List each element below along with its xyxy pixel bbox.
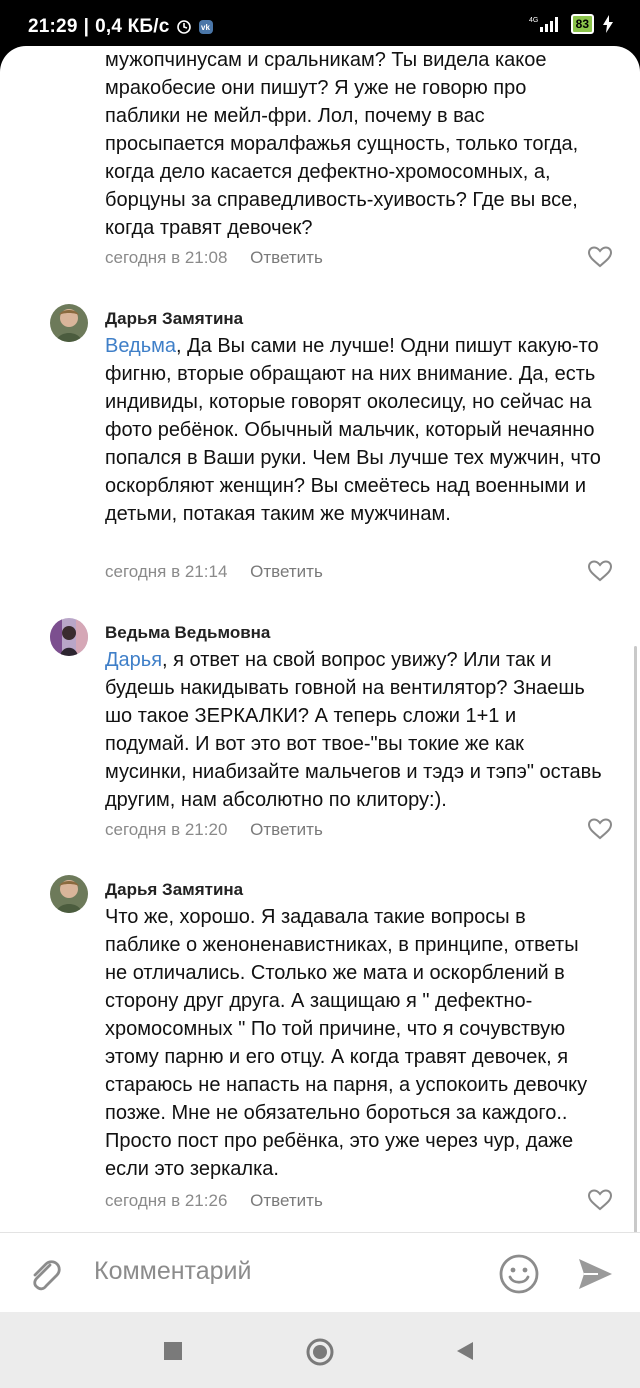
heart-outline-icon[interactable] xyxy=(588,246,612,268)
reply-button[interactable]: Ответить xyxy=(250,820,323,839)
comment-meta: сегодня в 21:20 Ответить xyxy=(105,820,323,840)
avatar[interactable] xyxy=(50,618,88,656)
vk-notification-icon: vk xyxy=(198,20,213,34)
battery-indicator: 83 xyxy=(570,14,594,34)
comment-input[interactable]: Комментарий xyxy=(94,1257,251,1286)
comment-time: сегодня в 21:26 xyxy=(105,1191,228,1210)
square-icon[interactable] xyxy=(162,1340,184,1362)
system-nav-bar xyxy=(0,1312,640,1388)
reply-button[interactable]: Ответить xyxy=(250,562,323,581)
status-right: 4G 83 xyxy=(529,14,614,34)
comment-input-bar: Комментарий xyxy=(0,1232,640,1313)
comment-time: сегодня в 21:08 xyxy=(105,248,228,267)
comment-author[interactable]: Дарья Замятина xyxy=(105,880,243,900)
comment-text: Ведьма, Да Вы сами не лучше! Одни пишут … xyxy=(105,335,601,525)
svg-text:vk: vk xyxy=(201,23,210,32)
network-speed: 0,4 КБ/с xyxy=(95,16,170,37)
heart-outline-icon[interactable] xyxy=(588,818,612,840)
mention-link[interactable]: Ведьма xyxy=(105,335,176,357)
reply-button[interactable]: Ответить xyxy=(250,1191,323,1210)
comment-meta: сегодня в 21:26 Ответить xyxy=(105,1191,323,1211)
avatar[interactable] xyxy=(50,875,88,913)
comment-author[interactable]: Ведьма Ведьмовна xyxy=(105,623,270,643)
comments-screen[interactable]: мужопчинусам и сральникам? Ты видела как… xyxy=(0,46,640,1232)
comment-text: Что же, хорошо. Я задавала такие вопросы… xyxy=(105,906,588,1180)
charging-icon xyxy=(603,15,613,33)
heart-outline-icon[interactable] xyxy=(588,560,612,582)
comment-text: Дарья, я ответ на свой вопрос увижу? Или… xyxy=(105,649,602,811)
avatar-image xyxy=(50,304,88,342)
paperclip-icon[interactable] xyxy=(26,1255,64,1293)
svg-text:4G: 4G xyxy=(529,17,538,24)
status-left: 21:29 | 0,4 КБ/с vk xyxy=(28,16,214,38)
back-triangle-icon[interactable] xyxy=(454,1340,476,1362)
comment-text: мужопчинусам и сральникам? Ты видела как… xyxy=(105,49,579,239)
comment-time: сегодня в 21:14 xyxy=(105,562,228,581)
comment-author[interactable]: Дарья Замятина xyxy=(105,309,243,329)
comment-time: сегодня в 21:20 xyxy=(105,820,228,839)
mention-link[interactable]: Дарья xyxy=(105,649,162,671)
send-icon[interactable] xyxy=(576,1255,614,1293)
signal-icon: 4G xyxy=(529,17,558,32)
comment-meta: сегодня в 21:08 Ответить xyxy=(105,248,323,268)
reply-button[interactable]: Ответить xyxy=(250,248,323,267)
smile-icon[interactable] xyxy=(498,1253,540,1295)
avatar-image xyxy=(50,875,88,913)
alarm-icon xyxy=(176,20,191,34)
comment-meta: сегодня в 21:14 Ответить xyxy=(105,562,323,582)
heart-outline-icon[interactable] xyxy=(588,1189,612,1211)
circle-icon[interactable] xyxy=(304,1336,336,1368)
scrollbar[interactable] xyxy=(634,646,637,1232)
avatar[interactable] xyxy=(50,304,88,342)
clock: 21:29 xyxy=(28,16,78,37)
sep: | xyxy=(83,16,90,37)
avatar-image xyxy=(50,618,88,656)
